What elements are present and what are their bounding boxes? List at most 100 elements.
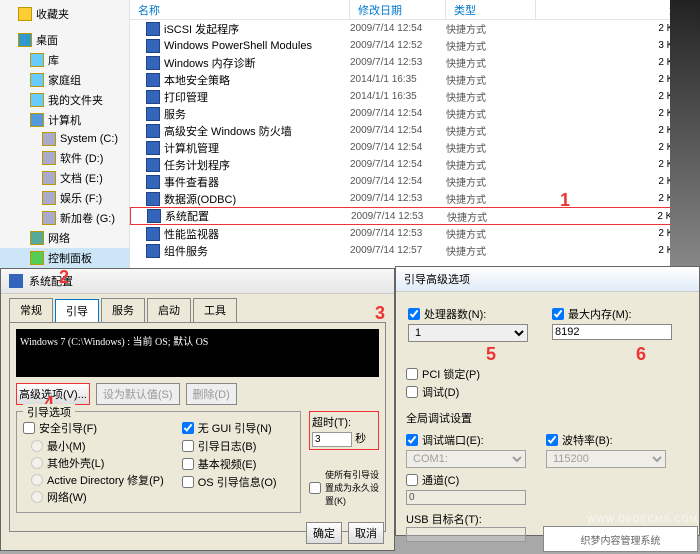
- boot-options-group: 引导选项 安全引导(F) 最小(M) 其他外壳(L) Active Direct…: [16, 411, 301, 513]
- boot-options-legend: 引导选项: [23, 404, 75, 420]
- file-row[interactable]: 任务计划程序2009/7/14 12:54快捷方式2 KB: [130, 156, 700, 173]
- tab-startup[interactable]: 启动: [147, 298, 191, 322]
- file-row[interactable]: 本地安全策略2014/1/1 16:35快捷方式2 KB: [130, 71, 700, 88]
- sidebar-favorites[interactable]: 收藏夹: [0, 4, 129, 24]
- file-row[interactable]: Windows 内存诊断2009/7/14 12:53快捷方式2 KB: [130, 54, 700, 71]
- ad-radio[interactable]: Active Directory 修复(P): [31, 472, 164, 488]
- drive-icon: [42, 171, 56, 185]
- boot-entries[interactable]: Windows 7 (C:\Windows) : 当前 OS; 默认 OS: [16, 329, 379, 377]
- file-icon: [146, 107, 160, 121]
- file-row[interactable]: Windows PowerShell Modules2009/7/14 12:5…: [130, 37, 700, 54]
- tab-services[interactable]: 服务: [101, 298, 145, 322]
- file-row[interactable]: 性能监视器2009/7/14 12:53快捷方式2 KB: [130, 225, 700, 242]
- header-type[interactable]: 类型: [446, 0, 536, 19]
- global-debug-label: 全局调试设置: [406, 410, 689, 426]
- cpu-check[interactable]: 处理器数(N):: [408, 306, 528, 322]
- channel-check[interactable]: 通道(C): [406, 472, 689, 488]
- dialog-buttons: 确定 取消: [306, 522, 384, 544]
- safe-boot-check[interactable]: 安全引导(F): [23, 420, 172, 436]
- sidebar-desktop[interactable]: 桌面: [0, 30, 129, 50]
- persist-check[interactable]: 使所有引导设置成为永久设置(K): [309, 468, 379, 507]
- sidebar-drive-f[interactable]: 娱乐 (F:): [0, 188, 129, 208]
- right-edge-decor: [670, 0, 700, 268]
- boot-tab-body: Windows 7 (C:\Windows) : 当前 OS; 默认 OS 4 …: [9, 322, 386, 532]
- sidebar-homegroup[interactable]: 家庭组: [0, 70, 129, 90]
- file-icon: [146, 244, 160, 258]
- tab-tools[interactable]: 工具: [193, 298, 237, 322]
- file-row[interactable]: 高级安全 Windows 防火墙2009/7/14 12:54快捷方式2 KB: [130, 122, 700, 139]
- file-icon: [146, 56, 160, 70]
- homegroup-icon: [30, 73, 44, 87]
- sidebar-drive-e[interactable]: 文档 (E:): [0, 168, 129, 188]
- bootlog-check[interactable]: 引导日志(B): [182, 438, 277, 454]
- sidebar-drive-d[interactable]: 软件 (D:): [0, 148, 129, 168]
- timeout-input[interactable]: [312, 432, 352, 447]
- sidebar-network[interactable]: 网络: [0, 228, 129, 248]
- adv-body: 处理器数(N): 1 最大内存(M): 5 6 PCI 锁定(P) 调试(D) …: [396, 292, 699, 552]
- network-radio[interactable]: 网络(W): [31, 489, 164, 505]
- file-icon: [146, 39, 160, 53]
- file-row[interactable]: 服务2009/7/14 12:54快捷方式2 KB: [130, 105, 700, 122]
- tab-boot[interactable]: 引导: [55, 299, 99, 323]
- debug-check[interactable]: 调试(D): [406, 384, 689, 400]
- osinfo-check[interactable]: OS 引导信息(O): [182, 474, 277, 490]
- file-row[interactable]: 数据源(ODBC)2009/7/14 12:53快捷方式2 KB: [130, 190, 700, 207]
- channel-input: [406, 490, 526, 505]
- sidebar-drive-g[interactable]: 新加卷 (G:): [0, 208, 129, 228]
- file-row[interactable]: 事件查看器2009/7/14 12:54快捷方式2 KB: [130, 173, 700, 190]
- sidebar-libraries[interactable]: 库: [0, 50, 129, 70]
- cancel-button[interactable]: 取消: [348, 522, 384, 544]
- cpu-select[interactable]: 1: [408, 324, 528, 342]
- star-icon: [18, 7, 32, 21]
- usb-input: [406, 527, 526, 542]
- nogui-check[interactable]: 无 GUI 引导(N): [182, 420, 277, 436]
- drive-icon: [42, 211, 56, 225]
- file-row[interactable]: 系统配置2009/7/14 12:53快捷方式2 KB: [130, 207, 700, 225]
- ok-button[interactable]: 确定: [306, 522, 342, 544]
- header-date[interactable]: 修改日期: [350, 0, 446, 19]
- mem-check[interactable]: 最大内存(M):: [552, 306, 672, 322]
- tab-general[interactable]: 常规: [9, 298, 53, 322]
- basevid-check[interactable]: 基本视频(E): [182, 456, 277, 472]
- sidebar-myfolder[interactable]: 我的文件夹: [0, 90, 129, 110]
- drive-icon: [42, 151, 56, 165]
- msconfig-dialog: 系统配置 常规 引导 服务 启动 工具 2 Windows 7 (C:\Wind…: [0, 268, 395, 551]
- mem-input[interactable]: [552, 324, 672, 340]
- baud-check[interactable]: 波特率(B):: [546, 432, 666, 448]
- file-icon: [146, 227, 160, 241]
- network-icon: [30, 231, 44, 245]
- delete-button: 删除(D): [186, 383, 237, 405]
- file-list: 名称 修改日期 类型 大小 iSCSI 发起程序2009/7/14 12:54快…: [130, 0, 700, 268]
- pci-check[interactable]: PCI 锁定(P): [406, 366, 689, 382]
- computer-icon: [30, 113, 44, 127]
- sidebar-drive-c[interactable]: System (C:): [0, 130, 129, 148]
- file-icon: [146, 158, 160, 172]
- control-panel-icon: [30, 251, 44, 265]
- drive-icon: [42, 132, 56, 146]
- file-row[interactable]: 计算机管理2009/7/14 12:54快捷方式2 KB: [130, 139, 700, 156]
- file-row[interactable]: 组件服务2009/7/14 12:57快捷方式2 KB: [130, 242, 700, 259]
- sidebar-control-panel[interactable]: 控制面板: [0, 248, 129, 268]
- header-name[interactable]: 名称: [130, 0, 350, 19]
- port-check[interactable]: 调试端口(E):: [406, 432, 526, 448]
- timeout-label: 超时(T):: [312, 414, 376, 430]
- annotation-6: 6: [636, 344, 646, 365]
- file-icon: [146, 192, 160, 206]
- annotation-5: 5: [486, 344, 496, 365]
- annotation-2: 2: [59, 267, 69, 288]
- folder-icon: [30, 93, 44, 107]
- file-icon: [146, 90, 160, 104]
- column-headers: 名称 修改日期 类型 大小: [130, 0, 700, 20]
- sidebar-computer[interactable]: 计算机: [0, 110, 129, 130]
- min-radio[interactable]: 最小(M): [31, 438, 164, 454]
- file-row[interactable]: 打印管理2014/1/1 16:35快捷方式2 KB: [130, 88, 700, 105]
- watermark-url: WWW.DEDECMS.COM: [587, 514, 698, 524]
- file-icon: [146, 124, 160, 138]
- altshell-radio[interactable]: 其他外壳(L): [31, 455, 164, 471]
- drive-icon: [42, 191, 56, 205]
- port-select: COM1:: [406, 450, 526, 468]
- set-default-button: 设为默认值(S): [96, 383, 180, 405]
- adv-titlebar[interactable]: 引导高级选项: [396, 267, 699, 292]
- explorer-window: 收藏夹 桌面 库 家庭组 我的文件夹 计算机 System (C:) 软件 (D…: [0, 0, 700, 268]
- file-row[interactable]: iSCSI 发起程序2009/7/14 12:54快捷方式2 KB: [130, 20, 700, 37]
